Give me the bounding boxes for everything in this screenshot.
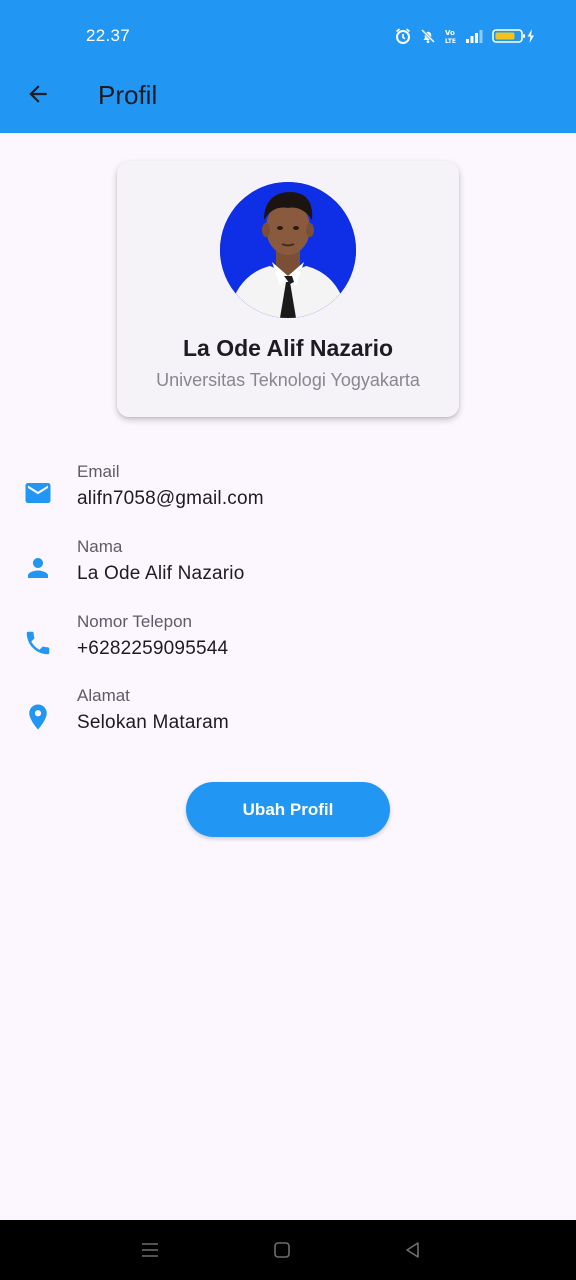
status-icons: Vo LTE [395, 24, 536, 48]
edit-profile-button[interactable]: Ubah Profil [186, 782, 390, 837]
battery-charging-icon [492, 28, 536, 44]
arrow-back-icon [25, 81, 51, 112]
info-row-name: Nama La Ode Alif Nazario [0, 537, 576, 597]
system-nav-bar [0, 1220, 576, 1280]
info-value: alifn7058@gmail.com [77, 488, 264, 509]
info-value: +6282259095544 [77, 638, 229, 659]
info-label: Nomor Telepon [77, 612, 192, 631]
volte-icon: Vo LTE [445, 28, 457, 44]
info-value: Selokan Mataram [77, 712, 229, 733]
phone-icon [22, 627, 54, 659]
home-icon[interactable] [266, 1234, 298, 1266]
profile-card: La Ode Alif Nazario Universitas Teknolog… [117, 161, 459, 417]
back-button[interactable] [18, 76, 58, 116]
info-row-email: Email alifn7058@gmail.com [0, 462, 576, 522]
location-pin-icon [22, 701, 54, 733]
page-title: Profil [98, 80, 158, 110]
avatar [220, 182, 356, 318]
signal-icon [466, 29, 483, 43]
email-icon [22, 477, 54, 509]
silent-bell-icon [420, 28, 436, 44]
info-row-address: Alamat Selokan Mataram [0, 686, 576, 746]
info-value: La Ode Alif Nazario [77, 563, 245, 584]
svg-text:LTE: LTE [445, 38, 456, 44]
info-label: Alamat [77, 686, 130, 705]
back-triangle-icon[interactable] [397, 1234, 429, 1266]
menu-icon[interactable] [134, 1234, 166, 1266]
alarm-icon [395, 28, 411, 44]
profile-name: La Ode Alif Nazario [182, 335, 394, 361]
profile-university: Universitas Teknologi Yogyakarta [156, 370, 420, 390]
info-label: Nama [77, 537, 123, 556]
svg-text:Vo: Vo [445, 29, 455, 37]
person-icon [22, 552, 54, 584]
status-time: 22.37 [86, 26, 131, 45]
app-bar: 22.37 Vo LTE Profil [0, 0, 576, 133]
info-row-phone: Nomor Telepon +6282259095544 [0, 612, 576, 672]
info-label: Email [77, 462, 120, 481]
